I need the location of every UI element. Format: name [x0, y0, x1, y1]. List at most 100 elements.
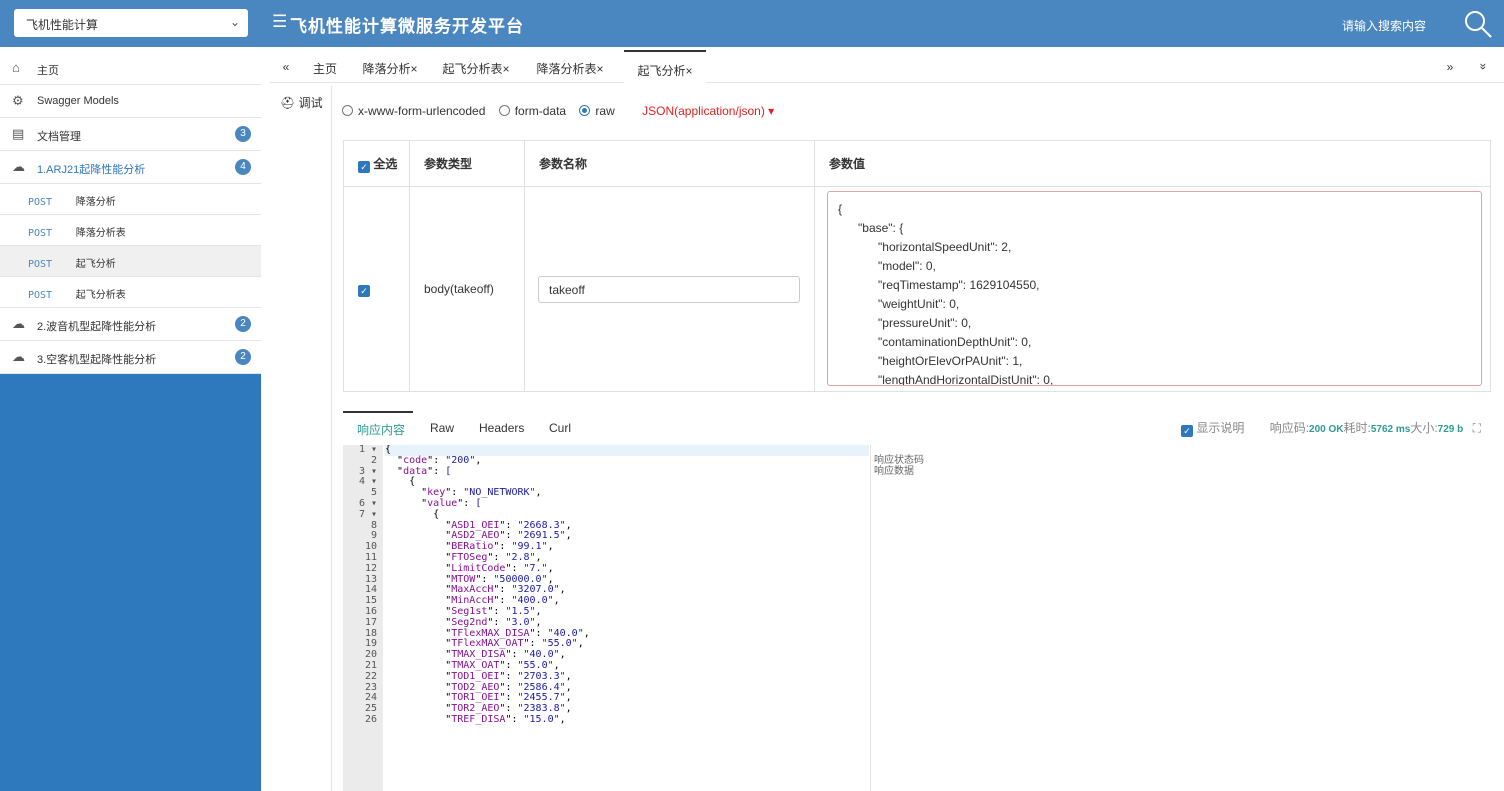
checkbox-icon[interactable]: ✓ [358, 160, 370, 173]
code-line: "TREF_DISA": "15.0", [445, 713, 566, 725]
time-label: 耗时: [1343, 421, 1371, 435]
sidebar-item-docs[interactable]: ▤ 文档管理 3 [0, 118, 261, 151]
json-key: value [427, 497, 458, 509]
code-line: "value": [ [421, 497, 482, 509]
tab-landing[interactable]: 降落分析× [356, 50, 424, 83]
radio-formdata-label: form-data [514, 104, 567, 118]
json-punct: , [565, 692, 572, 704]
json-key: MinAccH [451, 595, 494, 607]
json-value: "40.0" [523, 649, 560, 661]
search-icon[interactable] [1463, 9, 1493, 39]
json-value: "99.1" [511, 541, 548, 553]
sidebar-item-label: 2.波音机型起降性能分析 [37, 321, 157, 333]
param-name-input[interactable]: takeoff [538, 275, 800, 303]
column-header: 参数类型 [409, 140, 525, 187]
json-punct: , [553, 659, 560, 671]
sidebar-item-boeing[interactable]: ☁ 2.波音机型起降性能分析 2 [0, 308, 261, 341]
tab-landing-table[interactable]: 降落分析表× [530, 50, 610, 83]
param-table: ✓ 全选 参数类型 参数名称 参数值 ✓ body(takeoff) takeo… [343, 140, 1491, 392]
cloud-icon: ☁ [12, 349, 25, 364]
project-select[interactable]: 飞机性能计算 ⌄ [14, 9, 248, 37]
json-value: "55.0" [541, 638, 578, 650]
json-value: "NO_NETWORK" [463, 487, 536, 499]
code-token: { [433, 508, 440, 520]
doc-icon: ▤ [12, 126, 25, 141]
http-method-label: POST [28, 290, 53, 301]
home-icon: ⌂ [12, 60, 20, 75]
table-row: ✓ body(takeoff) takeoff { "base": { "hor… [343, 186, 1491, 392]
bug-icon: ⛑ [280, 96, 296, 110]
show-desc-label: 显示说明 [1196, 421, 1245, 435]
tabs-more-button[interactable]: » [1468, 57, 1501, 77]
tab-raw[interactable]: Raw [430, 421, 454, 435]
radio-raw-label: raw [595, 104, 615, 118]
json-value: "400.0" [511, 595, 554, 607]
content-type-dropdown[interactable]: JSON(application/json) ▾ [642, 104, 774, 118]
column-header: 参数名称 [524, 140, 815, 187]
sidebar-subitem-label: 起飞分析 [75, 259, 116, 270]
sidebar-subitem-landing[interactable]: POST 降落分析 [0, 184, 261, 215]
sidebar-subitem-label: 降落分析表 [75, 228, 126, 239]
debug-side-tab[interactable]: ⛑ 调试 [270, 86, 332, 791]
line-number: 12 [364, 562, 377, 574]
json-value: "2586.4" [517, 681, 566, 693]
sidebar-item-label: 主页 [37, 65, 59, 77]
fullscreen-icon[interactable]: ⛶ [1473, 421, 1481, 435]
line-number: 2 [370, 454, 377, 466]
json-value: "55.0" [517, 659, 554, 671]
json-key: TMAX_DISA [451, 649, 506, 661]
response-descriptions: 响应状态码 响应数据 [870, 445, 1492, 791]
tab-curl[interactable]: Curl [549, 421, 571, 435]
sidebar-item-arj21[interactable]: ☁ 1.ARJ21起降性能分析 4 [0, 151, 261, 184]
json-punct: , [535, 487, 542, 499]
radio-urlencoded[interactable] [342, 105, 353, 116]
sidebar-subitem-label: 降落分析 [75, 197, 116, 208]
active-tab-indicator [343, 411, 413, 413]
sidebar-item-home[interactable]: ⌂ 主页 [0, 52, 261, 85]
response-meta: ✓ 显示说明 响应码:200 OK耗时:5762 ms大小:729 b ⛶ [1180, 419, 1481, 437]
json-value: "2383.8" [517, 703, 566, 715]
json-key: TMAX_OAT [451, 659, 500, 671]
row-checkbox[interactable]: ✓ [358, 285, 370, 297]
show-desc-checkbox[interactable]: ✓ [1180, 425, 1193, 437]
tabs-next-button[interactable]: » [1440, 50, 1460, 83]
json-punct: , [535, 616, 542, 628]
json-key: TFlexMAX_DISA [451, 627, 530, 639]
json-punct: , [547, 541, 554, 553]
menu-icon[interactable]: ☰ [272, 12, 287, 32]
json-key: data [403, 465, 428, 477]
radio-raw[interactable] [579, 105, 591, 116]
tab-response-content[interactable]: 响应内容 [357, 421, 405, 438]
json-value: "2668.3" [517, 519, 566, 531]
json-value: "7." [523, 562, 548, 574]
search-input[interactable]: 请输入搜索内容 [1342, 17, 1426, 34]
count-badge: 2 [235, 349, 251, 365]
sidebar-item-airbus[interactable]: ☁ 3.空客机型起降性能分析 2 [0, 341, 261, 374]
tab-home[interactable]: 主页 [306, 50, 344, 83]
tabs-prev-button[interactable]: « [276, 50, 296, 83]
json-value: "2691.5" [517, 530, 566, 542]
tab-takeoff-table[interactable]: 起飞分析表× [436, 50, 516, 83]
tab-headers[interactable]: Headers [479, 421, 524, 435]
http-method-label: POST [28, 259, 53, 270]
count-badge: 4 [235, 159, 251, 175]
json-punct: , [559, 584, 566, 596]
sidebar-item-swagger-models[interactable]: ⚙ Swagger Models [0, 85, 261, 118]
sidebar-subitem-takeoff-table[interactable]: POST 起飞分析表 [0, 277, 261, 308]
radio-formdata[interactable] [498, 105, 510, 116]
size-label: 大小: [1410, 421, 1438, 435]
tab-takeoff[interactable]: 起飞分析× [624, 50, 706, 83]
json-punct: , [583, 627, 590, 639]
time-value: 5762 ms [1370, 424, 1411, 435]
sidebar-subitem-landing-table[interactable]: POST 降落分析表 [0, 215, 261, 246]
json-value: "1.5" [505, 605, 536, 617]
param-value-textarea[interactable]: { "base": { "horizontalSpeedUnit": 2, "m… [827, 191, 1482, 386]
json-value: "2.8" [505, 551, 536, 563]
select-all-header[interactable]: ✓ 全选 [343, 140, 410, 187]
chevron-down-icon: ⌄ [229, 15, 240, 29]
line-number: 26 [364, 713, 377, 725]
json-punct: , [547, 562, 554, 574]
sidebar-subitem-takeoff[interactable]: POST 起飞分析 [0, 246, 261, 277]
top-header: 飞机性能计算 ⌄ ☰ 飞机性能计算微服务开发平台 请输入搜索内容 [0, 0, 1504, 47]
json-key: MTOW [451, 573, 476, 585]
